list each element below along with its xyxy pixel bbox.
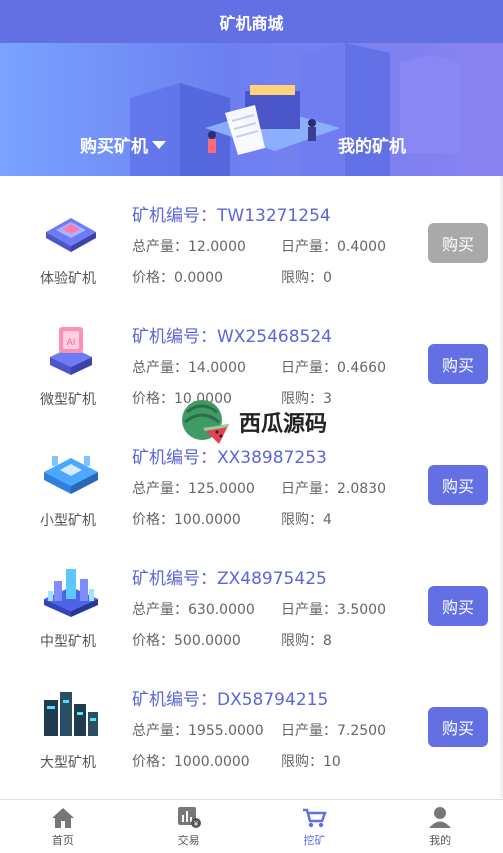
machine-daily-output: 日产量：3.5000 <box>281 602 386 618</box>
machine-name: 微型矿机 <box>40 392 96 408</box>
machine-price: 价格：1000.0000 <box>132 754 250 770</box>
machine-purchase-limit: 限购：8 <box>281 633 332 649</box>
machine-total-output: 总产量：12.0000 <box>132 239 246 255</box>
machine-price: 价格：10.0000 <box>132 391 232 407</box>
page-title: 矿机商城 <box>219 13 284 33</box>
machine-purchase-limit: 限购：3 <box>281 391 332 407</box>
small-machine-icon <box>44 456 98 494</box>
tab-mining-label: 挖矿 <box>303 834 326 847</box>
svg-text:AI: AI <box>67 338 76 348</box>
large-machine-icon <box>44 692 98 736</box>
buy-button[interactable]: 购买 <box>428 707 488 747</box>
micro-machine-icon: AI <box>50 327 92 375</box>
machine-code: 矿机编号：WX25468524 <box>132 327 332 347</box>
caret-down-icon <box>152 140 166 149</box>
machine-name: 大型矿机 <box>40 755 96 771</box>
tab-trade[interactable]: ¥ 交易 <box>126 800 252 853</box>
machine-list: 体验矿机 矿机编号：TW13271254 总产量：12.0000 日产量：0.4… <box>0 176 503 781</box>
machine-code: 矿机编号：ZX48975425 <box>132 569 327 589</box>
tab-mine[interactable]: 我的 <box>377 800 503 853</box>
machine-name: 体验矿机 <box>40 271 96 287</box>
home-icon <box>51 808 74 828</box>
machine-purchase-limit: 限购：0 <box>281 270 332 286</box>
machine-item: 体验矿机 矿机编号：TW13271254 总产量：12.0000 日产量：0.4… <box>0 176 503 297</box>
machine-total-output: 总产量：14.0000 <box>132 360 246 376</box>
trial-machine-icon <box>46 218 96 252</box>
buy-button[interactable]: 购买 <box>428 465 488 505</box>
tab-my-machine-label: 我的矿机 <box>338 137 406 157</box>
tab-buy-machine[interactable]: 购买矿机 <box>80 132 166 157</box>
buy-button[interactable]: 购买 <box>428 344 488 384</box>
banner: 购买矿机 我的矿机 <box>0 43 503 176</box>
machine-purchase-limit: 限购：10 <box>281 754 341 770</box>
tab-my-machine[interactable]: 我的矿机 <box>338 132 406 157</box>
machine-item: 中型矿机 矿机编号：ZX48975425 总产量：630.0000 日产量：3.… <box>0 539 503 660</box>
machine-code: 矿机编号：XX38987253 <box>132 448 327 468</box>
medium-machine-icon <box>44 569 98 617</box>
machine-price: 价格：0.0000 <box>132 270 223 286</box>
tab-home-label: 首页 <box>51 834 74 847</box>
banner-illustration <box>130 43 460 176</box>
machine-total-output: 总产量：125.0000 <box>132 481 255 497</box>
machine-daily-output: 日产量：7.2500 <box>281 723 386 739</box>
machine-item: AI 微型矿机 矿机编号：WX25468524 总产量：14.0000 日产量：… <box>0 297 503 418</box>
trade-chart-icon: ¥ <box>177 807 201 828</box>
tab-home[interactable]: 首页 <box>0 800 126 853</box>
machine-item: 大型矿机 矿机编号：DX58794215 总产量：1955.0000 日产量：7… <box>0 660 503 781</box>
user-icon <box>429 807 452 828</box>
tab-trade-label: 交易 <box>177 834 200 847</box>
page-header: 矿机商城 <box>0 0 503 43</box>
tab-buy-machine-label: 购买矿机 <box>80 137 148 157</box>
machine-total-output: 总产量：1955.0000 <box>132 723 264 739</box>
machine-code: 矿机编号：TW13271254 <box>132 206 331 226</box>
tab-mining[interactable]: 挖矿 <box>252 800 378 853</box>
buy-button[interactable]: 购买 <box>428 586 488 626</box>
machine-code: 矿机编号：DX58794215 <box>132 690 329 710</box>
machine-name: 小型矿机 <box>40 513 96 529</box>
machine-purchase-limit: 限购：4 <box>281 512 332 528</box>
machine-name: 中型矿机 <box>40 634 96 650</box>
buy-button[interactable]: 购买 <box>428 223 488 263</box>
machine-item: 小型矿机 矿机编号：XX38987253 总产量：125.0000 日产量：2.… <box>0 418 503 539</box>
machine-total-output: 总产量：630.0000 <box>132 602 255 618</box>
tab-mine-label: 我的 <box>429 834 452 847</box>
mining-cart-icon <box>303 808 328 828</box>
machine-daily-output: 日产量：0.4660 <box>281 360 386 376</box>
machine-daily-output: 日产量：0.4000 <box>281 239 386 255</box>
machine-daily-output: 日产量：2.0830 <box>281 481 386 497</box>
machine-price: 价格：500.0000 <box>132 633 241 649</box>
svg-text:¥: ¥ <box>193 820 198 828</box>
machine-price: 价格：100.0000 <box>132 512 241 528</box>
bottom-tab-bar: 首页 ¥ 交易 挖矿 我的 <box>0 799 503 853</box>
